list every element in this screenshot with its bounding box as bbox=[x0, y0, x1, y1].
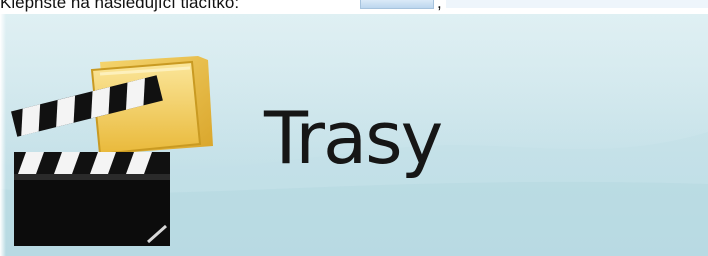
inline-button-image-2 bbox=[446, 0, 708, 8]
inline-button-image bbox=[360, 0, 434, 9]
panel-edge bbox=[0, 14, 6, 256]
instruction-text: Klepnšte na následující tlačítko: bbox=[0, 0, 240, 12]
routes-menu-button[interactable]: Trasy bbox=[0, 14, 708, 256]
menu-item-title: Trasy bbox=[264, 96, 443, 180]
folder-clapperboard-icon bbox=[11, 56, 213, 246]
instruction-line: Klepnšte na následující tlačítko: , bbox=[0, 0, 708, 13]
instruction-separator: , bbox=[437, 0, 442, 12]
